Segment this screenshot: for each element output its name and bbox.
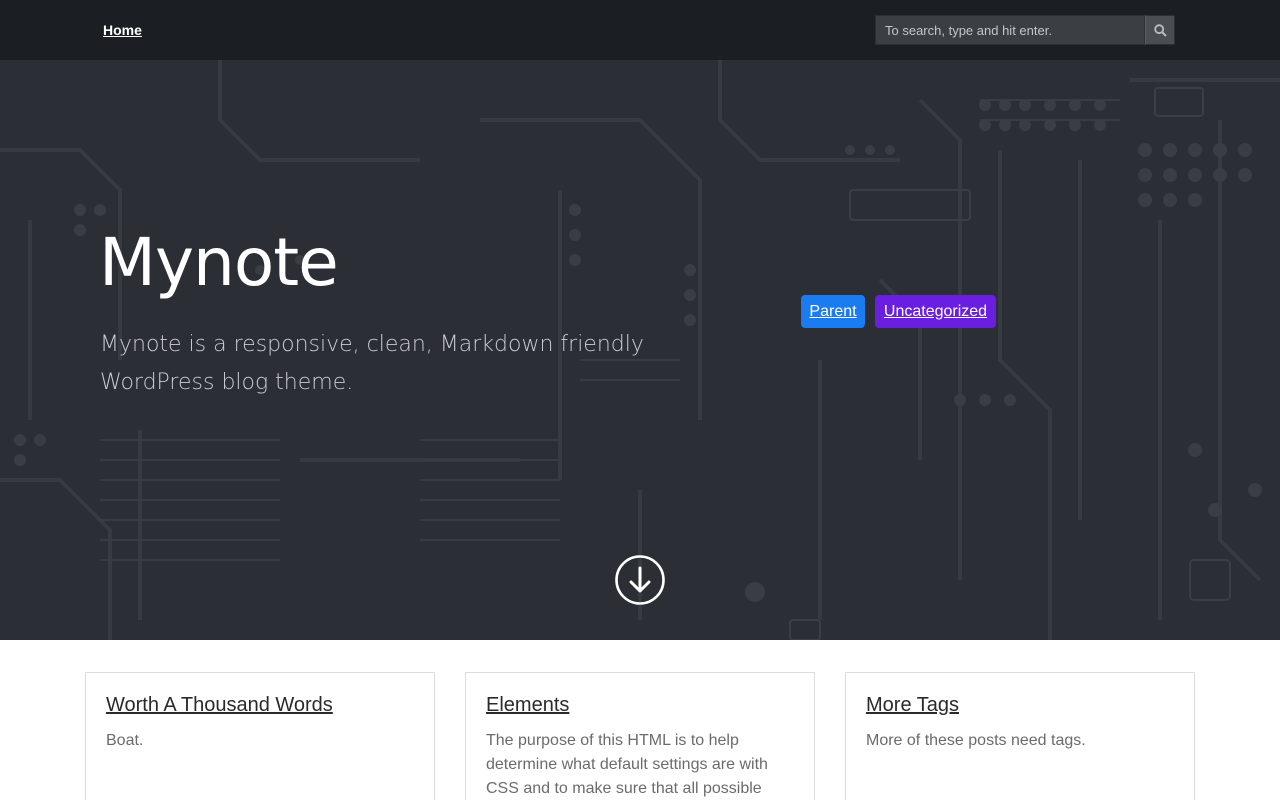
top-navbar: Home [0,0,1280,60]
tag-parent[interactable]: Parent [801,295,865,328]
nav-home-link[interactable]: Home [103,22,142,38]
search-input[interactable] [875,15,1145,45]
post-title-link[interactable]: Elements [486,694,569,717]
search-form [875,15,1175,45]
post-card: Elements The purpose of this HTML is to … [465,672,815,800]
post-excerpt: The purpose of this HTML is to help dete… [486,732,768,797]
scroll-down-button[interactable] [614,554,666,606]
post-card: Worth A Thousand Words Boat. [85,672,435,800]
hero-banner: Mynote Mynote is a responsive, clean, Ma… [0,60,1280,640]
post-title-link[interactable]: More Tags [866,694,959,717]
arrow-down-circle-icon [615,555,665,605]
post-card: More Tags More of these posts need tags. [845,672,1195,800]
site-title: Mynote [99,224,339,301]
search-icon [1153,23,1167,37]
tag-uncategorized[interactable]: Uncategorized [875,295,996,328]
post-title-link[interactable]: Worth A Thousand Words [106,694,333,717]
post-excerpt: More of these posts need tags. [866,732,1086,749]
search-button[interactable] [1145,15,1175,45]
site-description: Mynote is a responsive, clean, Markdown … [100,332,644,395]
post-excerpt: Boat. [106,732,144,749]
